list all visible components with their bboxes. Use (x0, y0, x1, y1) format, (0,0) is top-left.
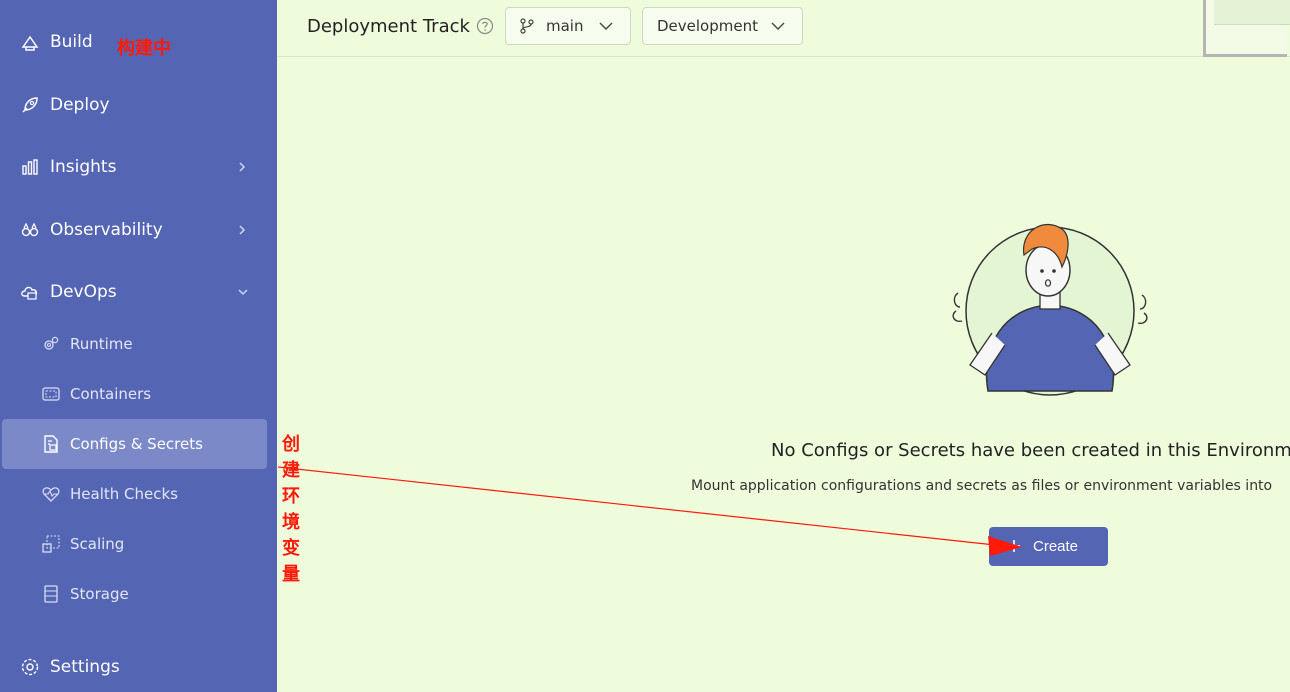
storage-icon (44, 585, 58, 603)
sidebar-item-label: Settings (50, 657, 120, 677)
sidebar-subitem-scaling[interactable]: Scaling (0, 524, 277, 564)
create-button[interactable]: Create (989, 527, 1108, 566)
cogs-icon (44, 336, 59, 350)
empty-state-description: Mount application configurations and sec… (691, 478, 1273, 494)
sidebar-subitem-label: Configs & Secrets (70, 435, 203, 453)
devops-cloud-icon (21, 286, 38, 300)
page-header: Deployment Track main Development (277, 0, 1290, 57)
create-button-label: Create (1033, 538, 1079, 555)
sidebar-subitem-configs-secrets[interactable]: Configs & Secrets (2, 419, 267, 469)
help-icon[interactable] (476, 17, 494, 35)
environment-select-value: Development (657, 17, 758, 35)
sidebar-item-observability[interactable]: Observability (0, 210, 277, 250)
chevron-right-icon (239, 162, 246, 172)
sidebar-item-insights[interactable]: Insights (0, 147, 277, 187)
sidebar-item-label: Deploy (50, 95, 110, 115)
config-file-icon (44, 435, 58, 453)
sidebar-item-label: Insights (50, 157, 117, 177)
sidebar-subitem-label: Storage (70, 585, 129, 603)
corner-overlay (1203, 0, 1290, 57)
sidebar-item-label: DevOps (50, 282, 117, 302)
sidebar-subitem-storage[interactable]: Storage (0, 574, 277, 614)
sidebar-item-deploy[interactable]: Deploy (0, 85, 277, 125)
branch-select-value: main (546, 17, 584, 35)
gear-icon (21, 658, 39, 676)
sidebar-item-label: Observability (50, 220, 163, 240)
build-icon (21, 35, 39, 51)
empty-state-title: No Configs or Secrets have been created … (771, 440, 1290, 461)
chevron-right-icon (239, 225, 246, 235)
heart-pulse-icon (42, 487, 60, 502)
sidebar-subitem-health-checks[interactable]: Health Checks (0, 474, 277, 514)
chevron-down-icon (599, 22, 613, 30)
branch-select[interactable]: main (505, 7, 631, 45)
container-icon (42, 387, 60, 401)
annotation-building: 构建中 (117, 38, 171, 59)
annotation-create-env-vars: 创建环境变量 (282, 434, 300, 585)
rocket-icon (22, 97, 38, 113)
git-branch-icon (520, 18, 534, 34)
corner-overlay-inner (1214, 0, 1290, 25)
sidebar-subitem-label: Scaling (70, 535, 125, 553)
sidebar-item-devops[interactable]: DevOps (0, 272, 277, 312)
sidebar-subitem-label: Containers (70, 385, 152, 403)
scaling-icon (42, 535, 60, 553)
environment-select[interactable]: Development (642, 7, 803, 45)
sidebar-subitem-containers[interactable]: Containers (0, 374, 277, 414)
sidebar-subitem-label: Runtime (70, 335, 133, 353)
plus-icon (1008, 540, 1020, 552)
sidebar: Build 构建中 Deploy Insights Observability … (0, 0, 300, 692)
chevron-down-icon (771, 22, 785, 30)
chevron-down-icon (238, 289, 248, 296)
sidebar-item-label: Build (50, 32, 93, 52)
sidebar-subitem-label: Health Checks (70, 485, 178, 503)
page-title: Deployment Track (307, 16, 470, 37)
binoculars-icon (21, 222, 39, 237)
bar-chart-icon (22, 159, 38, 175)
sidebar-item-settings[interactable]: Settings (0, 647, 277, 687)
empty-state-illustration (952, 223, 1148, 396)
sidebar-subitem-runtime[interactable]: Runtime (0, 324, 277, 364)
